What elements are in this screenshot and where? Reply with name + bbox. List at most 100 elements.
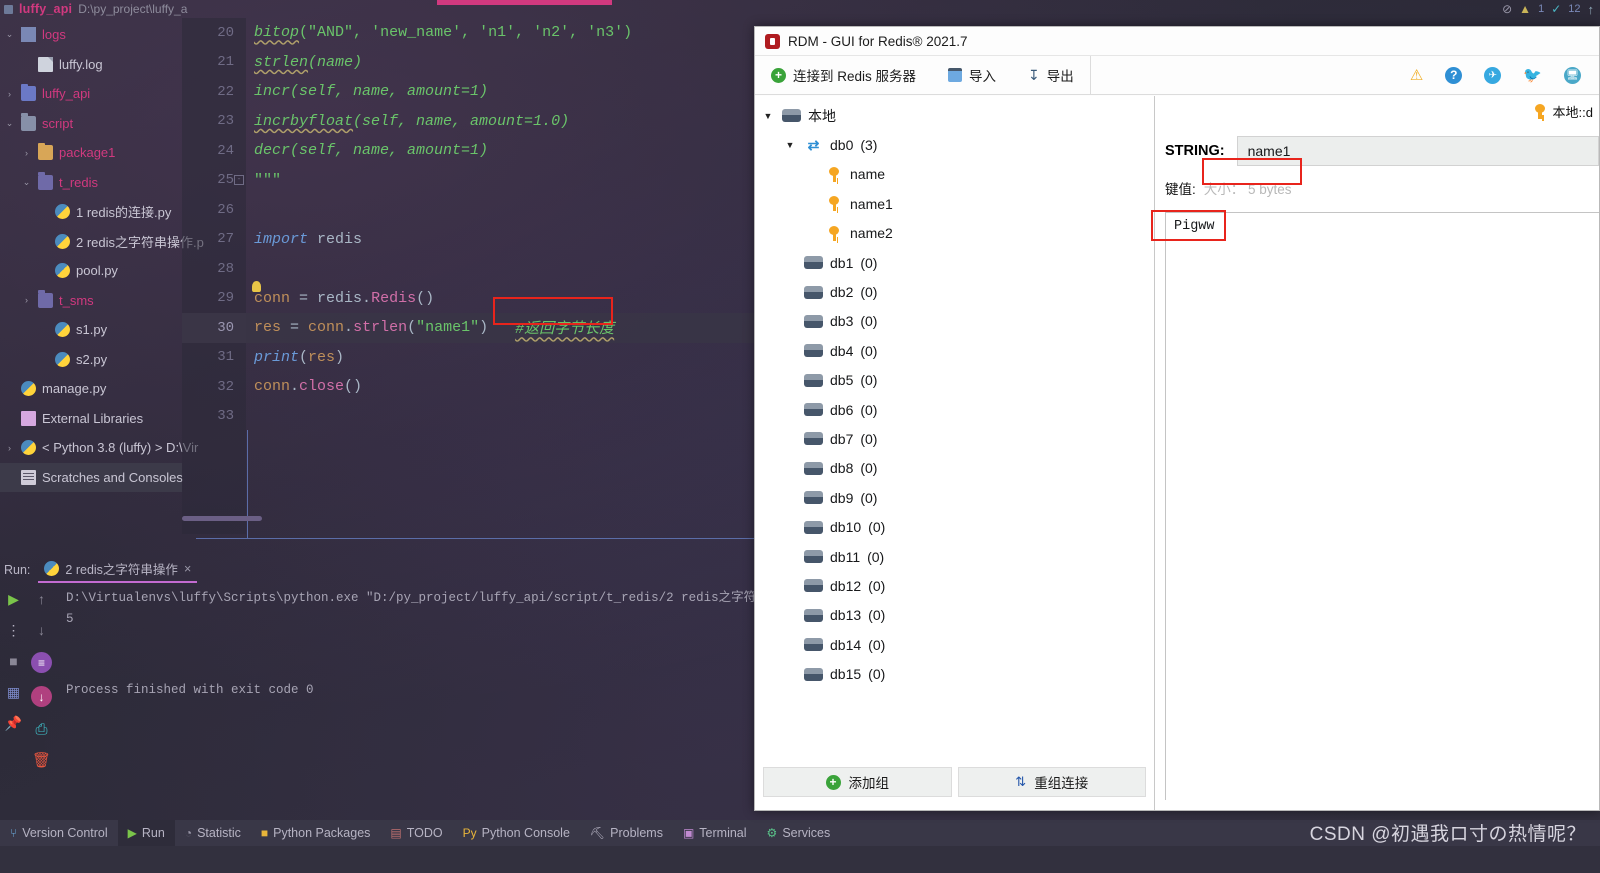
rdm-tree-item-db0[interactable]: ▼ ⇄ db0 (3) <box>755 130 1154 159</box>
sidebar-item-2-redis-p[interactable]: 2 redis之字符串操作.p <box>0 227 204 257</box>
rdm-tree-buttons[interactable]: + 添加组 ⇅ 重组连接 <box>755 754 1154 810</box>
rdm-tree-item-name2[interactable]: name2 <box>755 219 1154 248</box>
eye-off-icon[interactable]: ⊘ <box>1502 2 1512 16</box>
sidebar-item-package1[interactable]: › package1 <box>0 138 182 168</box>
ide-bottom-info-row <box>0 846 1600 873</box>
rdm-tree-item-[interactable]: ▼ 本地 <box>755 101 1154 130</box>
rdm-tree-item-db13[interactable]: db13 (0) <box>755 601 1154 630</box>
sidebar-item-luffy-log[interactable]: luffy.log <box>0 50 182 80</box>
status-bar-version-control[interactable]: ⑂ Version Control <box>0 820 118 846</box>
rdm-toolbar[interactable]: + 连接到 Redis 服务器 导入 ↧ 导出 ⚠ ? ✈ 🐦 🖥 <box>755 55 1599 95</box>
status-bar-services[interactable]: ⚙ Services <box>757 820 841 846</box>
chevron-icon[interactable]: › <box>4 89 15 99</box>
rdm-tree-item-db2[interactable]: db2 (0) <box>755 277 1154 306</box>
chevron-icon[interactable]: ⌄ <box>21 177 32 188</box>
sidebar-item-manage-py[interactable]: manage.py <box>0 374 182 404</box>
sidebar-item-t-sms[interactable]: › t_sms <box>0 286 182 316</box>
rdm-tree-item-db4[interactable]: db4 (0) <box>755 336 1154 365</box>
reorder-icon: ⇅ <box>1015 774 1027 789</box>
rerun-icon[interactable]: ▶ <box>5 590 23 608</box>
status-bar-statistic[interactable]: ◔ Statistic <box>175 820 251 846</box>
scroll-end-icon[interactable]: ↓ <box>31 686 52 707</box>
sidebar-item-luffy-api[interactable]: › luffy_api <box>0 79 182 109</box>
rdm-tree-item-db7[interactable]: db7 (0) <box>755 424 1154 453</box>
trash-icon[interactable]: 🗑 <box>32 751 51 769</box>
sidebar-item-pool-py[interactable]: pool.py <box>0 256 182 286</box>
chevron-icon[interactable]: › <box>4 443 15 453</box>
rdm-connection-tree[interactable]: ▼ 本地 ▼ ⇄ db0 (3) name name1 name2 db1 (0) db2 (0) db3… <box>755 96 1154 754</box>
status-bar-problems[interactable]: ⛏ Problems <box>580 820 673 846</box>
rdm-tree-item-db6[interactable]: db6 (0) <box>755 395 1154 424</box>
sidebar-item-1-redis-py[interactable]: 1 redis的连接.py <box>0 197 182 227</box>
arrow-up-icon[interactable]: ↑ <box>33 590 51 608</box>
status-bar-terminal[interactable]: ▣ Terminal <box>673 820 757 846</box>
soft-wrap-icon[interactable]: ≡ <box>31 652 52 673</box>
rdm-tree-item-db12[interactable]: db12 (0) <box>755 571 1154 600</box>
chevron-icon[interactable]: › <box>21 295 32 305</box>
warning-icon[interactable]: ⚠ <box>1410 66 1423 84</box>
sidebar-item-external-libraries[interactable]: External Libraries <box>0 404 182 434</box>
rdm-tree-item-db14[interactable]: db14 (0) <box>755 630 1154 659</box>
rdm-tree-item-name1[interactable]: name1 <box>755 189 1154 218</box>
arrow-down-icon[interactable]: ↓ <box>33 621 51 639</box>
intention-bulb-icon[interactable] <box>252 281 261 292</box>
chevron-icon[interactable]: ⌄ <box>4 29 15 40</box>
rdm-tree-item-name[interactable]: name <box>755 160 1154 189</box>
layout-icon[interactable]: ▦ <box>5 683 23 701</box>
twitter-icon[interactable]: 🐦 <box>1523 66 1542 84</box>
sidebar-item-script[interactable]: ⌄ script <box>0 109 182 139</box>
sidebar-item-logs[interactable]: ⌄ logs <box>0 20 182 50</box>
add-group-button[interactable]: + 添加组 <box>763 767 952 797</box>
rdm-tree-item-db9[interactable]: db9 (0) <box>755 483 1154 512</box>
monitor-icon[interactable]: 🖥 <box>1564 66 1581 84</box>
db-icon <box>804 550 823 564</box>
stop-icon[interactable]: ■ <box>5 652 23 670</box>
scroll-up-icon[interactable]: ↑ <box>1588 2 1595 17</box>
status-bar-todo[interactable]: ▤ TODO <box>380 820 452 846</box>
sidebar-item-s1-py[interactable]: s1.py <box>0 315 182 345</box>
rdm-tree-label: db12 <box>830 577 862 594</box>
sidebar-item-s2-py[interactable]: s2.py <box>0 345 182 375</box>
rdm-tree-item-db10[interactable]: db10 (0) <box>755 512 1154 541</box>
telegram-icon[interactable]: ✈ <box>1484 66 1502 84</box>
gutter-line-number: 33 <box>217 408 234 425</box>
checkmark-icon[interactable]: ✓ <box>1551 2 1561 16</box>
rdm-tree-key-count: (0) <box>860 254 878 271</box>
warning-triangle-icon[interactable]: ▲ <box>1519 2 1531 16</box>
horizontal-scrollbar[interactable] <box>182 516 262 521</box>
status-bar-python-console[interactable]: Ру Python Console <box>453 820 580 846</box>
close-icon[interactable]: × <box>184 562 191 576</box>
status-bar-python-packages[interactable]: ■ Python Packages <box>251 820 381 846</box>
print-icon[interactable]: ⎙ <box>33 720 51 738</box>
rdm-tree-item-db11[interactable]: db11 (0) <box>755 542 1154 571</box>
ide-inspection-widget[interactable]: ⊘ ▲ 1 ✓ 12 ↑ <box>1502 0 1594 18</box>
chevron-icon[interactable]: ▼ <box>783 140 797 150</box>
chevron-icon[interactable]: › <box>21 148 32 158</box>
rdm-tree-item-db3[interactable]: db3 (0) <box>755 307 1154 336</box>
sidebar-item-t-redis[interactable]: ⌄ t_redis <box>0 168 182 198</box>
key-name-field[interactable]: name1 <box>1236 136 1599 166</box>
pin-icon[interactable]: 📌 <box>5 714 23 732</box>
reorder-connections-button[interactable]: ⇅ 重组连接 <box>957 767 1146 797</box>
chevron-icon[interactable]: ▼ <box>761 111 775 121</box>
rdm-tree-item-db15[interactable]: db15 (0) <box>755 659 1154 688</box>
help-icon[interactable]: ? <box>1445 66 1463 84</box>
sidebar-item-scratches-and-consoles[interactable]: Scratches and Consoles <box>0 462 183 492</box>
rdm-toolbar-right[interactable]: ⚠ ? ✈ 🐦 🖥 <box>1410 66 1599 84</box>
export-button[interactable]: ↧ 导出 <box>1012 56 1090 95</box>
sidebar-item-python-3-8-luffy-d-vir[interactable]: › < Python 3.8 (luffy) > D:\Vir <box>0 433 198 463</box>
rdm-tree-item-db8[interactable]: db8 (0) <box>755 454 1154 483</box>
connect-redis-button[interactable]: + 连接到 Redis 服务器 <box>755 56 932 95</box>
run-config-tab[interactable]: 2 redis之字符串操作 × <box>38 557 198 583</box>
key-value-textarea[interactable]: Pigww <box>1165 212 1599 800</box>
run-toolbar-left[interactable]: ▶ ⋮ ■ ▦ 📌 <box>0 584 27 816</box>
chevron-icon[interactable]: ⌄ <box>4 118 15 129</box>
import-button[interactable]: 导入 <box>932 56 1012 95</box>
status-bar-run[interactable]: ▶ Run <box>117 820 175 846</box>
rdm-tree-item-db1[interactable]: db1 (0) <box>755 248 1154 277</box>
project-tree[interactable]: ⌄ logs luffy.log › luffy_api ⌄ script › package1… <box>0 18 204 534</box>
more-options-icon[interactable]: ⋮ <box>5 621 23 639</box>
run-toolbar-second[interactable]: ↑ ↓ ≡ ↓ ⎙ 🗑 <box>27 584 56 816</box>
code-fold-icon[interactable]: - <box>234 174 244 185</box>
rdm-tree-item-db5[interactable]: db5 (0) <box>755 366 1154 395</box>
